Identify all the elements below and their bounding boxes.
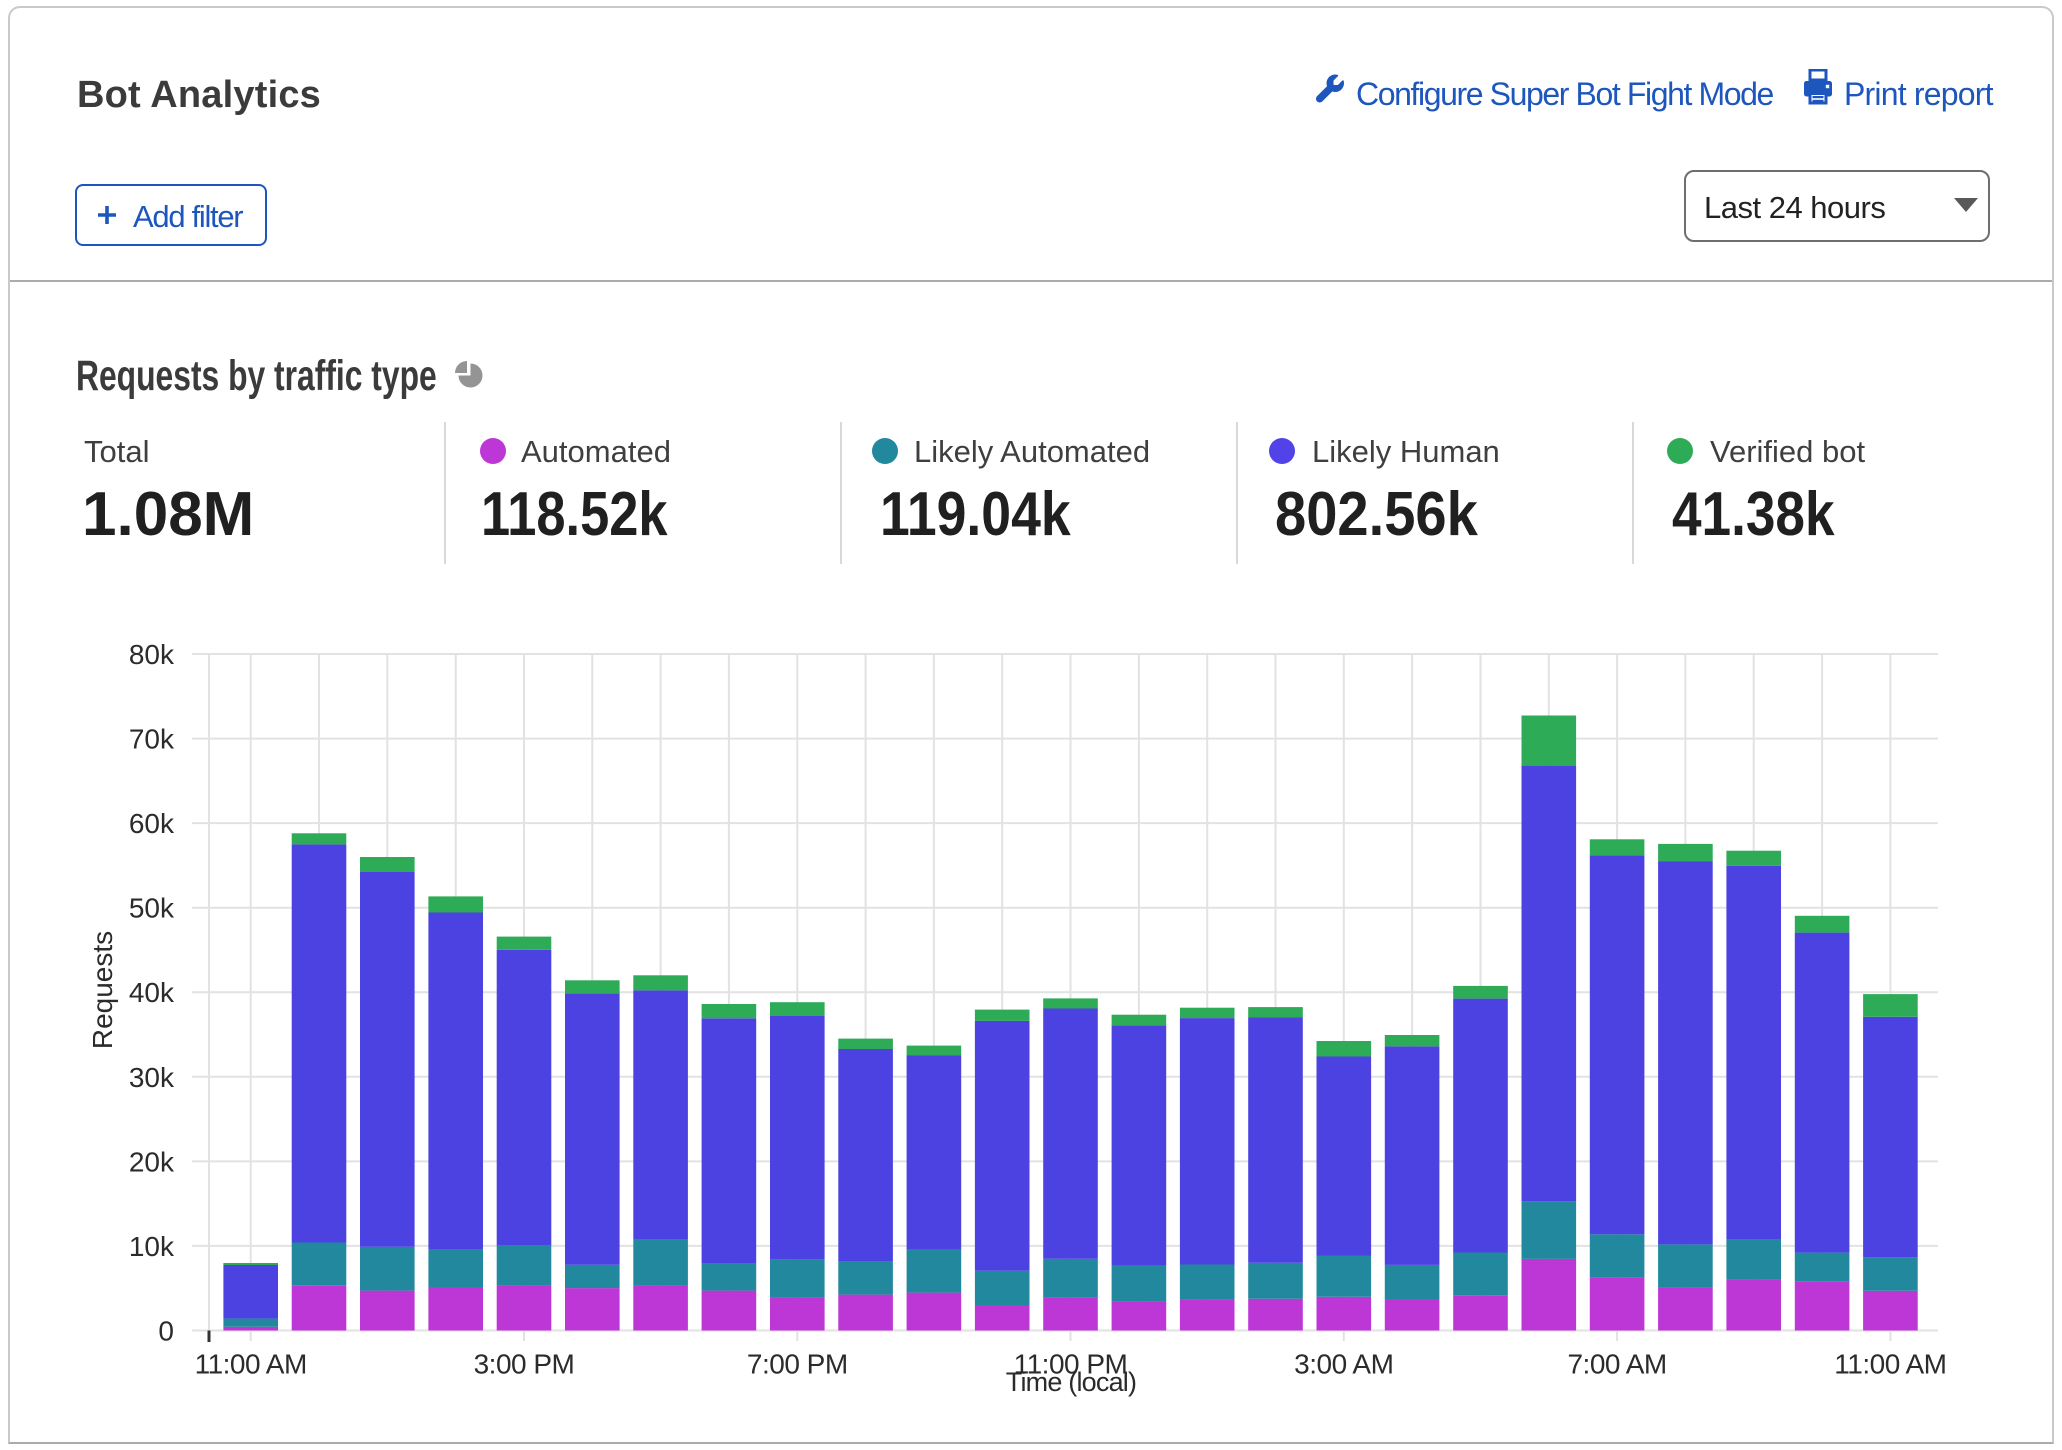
svg-text:30k: 30k xyxy=(129,1062,175,1093)
svg-text:20k: 20k xyxy=(129,1146,175,1177)
svg-text:40k: 40k xyxy=(129,977,175,1008)
svg-text:7:00 PM: 7:00 PM xyxy=(747,1349,848,1380)
svg-text:11:00 AM: 11:00 AM xyxy=(195,1349,307,1380)
svg-text:3:00 PM: 3:00 PM xyxy=(474,1349,575,1380)
svg-text:Time (local): Time (local) xyxy=(1006,1367,1136,1397)
svg-text:3:00 AM: 3:00 AM xyxy=(1294,1349,1393,1380)
svg-text:70k: 70k xyxy=(129,724,175,755)
svg-text:80k: 80k xyxy=(129,639,175,670)
svg-text:0: 0 xyxy=(158,1316,174,1347)
svg-text:10k: 10k xyxy=(129,1231,175,1262)
svg-text:11:00 AM: 11:00 AM xyxy=(1834,1349,1946,1380)
svg-text:50k: 50k xyxy=(129,893,175,924)
svg-text:60k: 60k xyxy=(129,808,175,839)
svg-text:7:00 AM: 7:00 AM xyxy=(1567,1349,1666,1380)
svg-text:Requests: Requests xyxy=(87,931,118,1049)
